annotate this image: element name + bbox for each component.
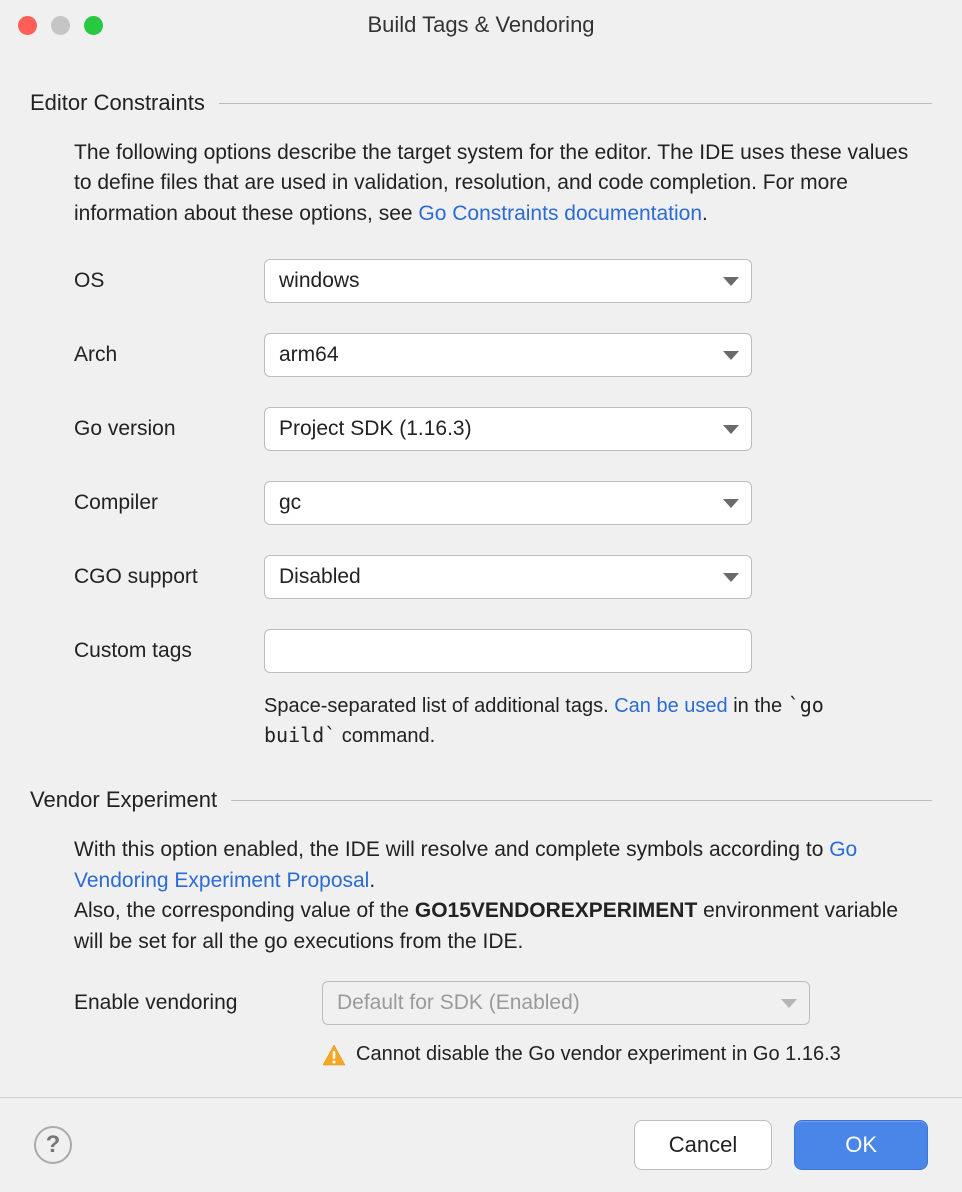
go-version-dropdown[interactable]: Project SDK (1.16.3) [264,407,752,451]
compiler-label: Compiler [74,491,264,515]
chevron-down-icon [723,573,739,582]
go-version-value: Project SDK (1.16.3) [279,417,472,441]
go-version-label: Go version [74,417,264,441]
warning-icon [322,1044,346,1066]
chevron-down-icon [723,351,739,360]
dialog-footer: ? Cancel OK [0,1097,962,1192]
custom-tags-help-link[interactable]: Can be used [614,695,727,717]
editor-constraints-description: The following options describe the targe… [74,138,922,229]
enable-vendoring-dropdown: Default for SDK (Enabled) [322,981,810,1025]
vendor-experiment-title: Vendor Experiment [30,787,217,813]
chevron-down-icon [781,999,797,1008]
custom-tags-input[interactable] [264,629,752,673]
cgo-support-value: Disabled [279,565,361,589]
warning-text: Cannot disable the Go vendor experiment … [356,1043,841,1066]
chevron-down-icon [723,499,739,508]
enable-vendoring-value: Default for SDK (Enabled) [337,991,580,1015]
vendor-experiment-warning: Cannot disable the Go vendor experiment … [322,1043,922,1066]
vendor-experiment-header: Vendor Experiment [30,787,932,813]
cgo-support-label: CGO support [74,565,264,589]
custom-tags-label: Custom tags [74,639,264,663]
arch-value: arm64 [279,343,339,367]
env-var-name: GO15VENDOREXPERIMENT [415,899,697,922]
compiler-dropdown[interactable]: gc [264,481,752,525]
chevron-down-icon [723,425,739,434]
vendor-experiment-description: With this option enabled, the IDE will r… [74,835,922,957]
os-value: windows [279,269,360,293]
cgo-support-dropdown[interactable]: Disabled [264,555,752,599]
window-title: Build Tags & Vendoring [0,12,962,38]
os-label: OS [74,269,264,293]
enable-vendoring-label: Enable vendoring [74,991,322,1015]
custom-tags-help: Space-separated list of additional tags.… [264,691,884,751]
titlebar: Build Tags & Vendoring [0,0,962,50]
chevron-down-icon [723,277,739,286]
help-button[interactable]: ? [34,1126,72,1164]
editor-constraints-title: Editor Constraints [30,90,205,116]
compiler-value: gc [279,491,301,515]
ok-button[interactable]: OK [794,1120,928,1170]
arch-dropdown[interactable]: arm64 [264,333,752,377]
os-dropdown[interactable]: windows [264,259,752,303]
editor-constraints-header: Editor Constraints [30,90,932,116]
cancel-button[interactable]: Cancel [634,1120,772,1170]
go-constraints-doc-link[interactable]: Go Constraints documentation [418,202,702,225]
arch-label: Arch [74,343,264,367]
